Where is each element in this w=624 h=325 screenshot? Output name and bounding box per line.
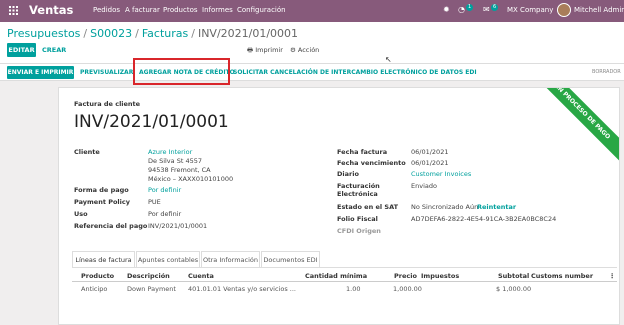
- status-bar: ENVIAR E IMPRIMIR PREVISUALIZAR AGREGAR …: [0, 64, 624, 81]
- menu-a-facturar[interactable]: A facturar: [125, 6, 160, 14]
- breadcrumb-facturas[interactable]: Facturas: [142, 27, 188, 40]
- header-divider: [72, 281, 617, 282]
- activity-count-badge: 1: [466, 4, 474, 11]
- cell-subtotal: $ 1,000.00: [496, 285, 532, 293]
- payment-policy-value: PUE: [148, 198, 161, 206]
- cfdi-origin-label: CFDI Origen: [337, 227, 381, 235]
- invoice-number: INV/2021/01/0001: [74, 112, 229, 132]
- action-dropdown[interactable]: ⚙ Acción: [290, 46, 319, 54]
- edit-button[interactable]: EDITAR: [7, 43, 36, 57]
- tab-edi-documents[interactable]: Documentos EDI: [261, 251, 320, 267]
- column-header[interactable]: Subtotal: [498, 272, 529, 280]
- menu-configuracion[interactable]: Configuración: [237, 6, 286, 14]
- column-header[interactable]: Cantidad mínima: [305, 272, 367, 280]
- payment-reference-value: INV/2021/01/0001: [148, 222, 208, 230]
- use-label: Uso: [74, 210, 88, 218]
- action-label: Acción: [297, 46, 320, 54]
- sat-retry-button[interactable]: Reintentar: [477, 203, 516, 211]
- top-navbar: Ventas Pedidos A facturar Productos Info…: [0, 0, 624, 22]
- customer-address-line: De Silva St 4557: [148, 157, 202, 165]
- due-date-value: 06/01/2021: [411, 159, 449, 167]
- column-options-icon[interactable]: ⋮: [609, 272, 616, 280]
- breadcrumb: Presupuestos / S00023/Facturas / INV/2021/01…: [7, 27, 298, 40]
- company-switcher[interactable]: MX Company: [507, 6, 553, 14]
- menu-productos[interactable]: Productos: [163, 6, 198, 14]
- payment-form-value[interactable]: Por definir: [148, 186, 181, 194]
- menu-informes[interactable]: Informes: [202, 6, 233, 14]
- journal-link[interactable]: Customer Invoices: [411, 170, 471, 178]
- user-avatar[interactable]: [557, 3, 571, 17]
- request-edi-cancel-button[interactable]: SOLICITAR CANCELACIÓN DE INTERCAMBIO ELE…: [233, 69, 477, 76]
- mouse-cursor-icon: ↖: [385, 55, 392, 64]
- journal-label: Diario: [337, 170, 359, 178]
- cell-account[interactable]: 401.01.01 Ventas y/o servicios ...: [188, 285, 296, 293]
- invoice-date-label: Fecha factura: [337, 148, 388, 156]
- bug-icon[interactable]: ✹: [443, 5, 450, 14]
- column-header[interactable]: Descripción: [127, 272, 170, 280]
- fiscal-folio-value: AD7DEFA6-2822-4E54-91CA-3B2EA0BC8C24: [411, 215, 557, 223]
- cell-quantity[interactable]: 1.00: [346, 285, 360, 293]
- highlight-box: [133, 58, 230, 85]
- cell-product[interactable]: Anticipo: [81, 285, 107, 293]
- preview-button[interactable]: PREVISUALIZAR: [80, 69, 133, 76]
- app-name[interactable]: Ventas: [29, 3, 73, 17]
- customer-link[interactable]: Azure Interior: [148, 148, 192, 156]
- column-header[interactable]: Producto: [81, 272, 114, 280]
- einvoice-value: Enviado: [411, 182, 437, 190]
- use-value: Por definir: [148, 210, 182, 218]
- apps-menu-icon[interactable]: [9, 6, 18, 15]
- invoice-date-value: 06/01/2021: [411, 148, 449, 156]
- sat-state-value: No Sincronizado Aún: [411, 203, 479, 211]
- payment-reference-label: Referencia del pago: [74, 222, 148, 230]
- tab-other-info[interactable]: Otra Información: [201, 251, 260, 267]
- fiscal-folio-label: Folio Fiscal: [337, 215, 378, 223]
- breadcrumb-separator: /: [135, 27, 139, 40]
- breadcrumb-presupuestos[interactable]: Presupuestos: [7, 27, 80, 40]
- breadcrumb-separator: /: [83, 27, 88, 40]
- customer-label: Cliente: [74, 148, 100, 156]
- create-button[interactable]: CREAR: [42, 46, 66, 54]
- payment-policy-label: Payment Policy: [74, 198, 130, 206]
- tab-divider: [72, 267, 617, 268]
- menu-pedidos[interactable]: Pedidos: [93, 6, 120, 14]
- cell-price[interactable]: 1,000.00: [393, 285, 422, 293]
- print-dropdown[interactable]: 🖶 Imprimir: [247, 46, 283, 57]
- column-header[interactable]: Impuestos: [421, 272, 459, 280]
- column-header[interactable]: Cuenta: [188, 272, 214, 280]
- document-type: Factura de cliente: [74, 100, 141, 108]
- print-icon: 🖶: [247, 46, 254, 54]
- print-label: Imprimir: [255, 46, 283, 54]
- activity-clock-icon[interactable]: ◔: [458, 5, 465, 14]
- customer-address-line: 94538 Fremont, CA: [148, 166, 211, 174]
- payment-form-label: Forma de pago: [74, 186, 129, 194]
- tab-invoice-lines[interactable]: Líneas de factura: [72, 251, 135, 267]
- tab-journal-items[interactable]: Apuntes contables: [136, 251, 200, 267]
- send-print-button[interactable]: ENVIAR E IMPRIMIR: [7, 66, 74, 79]
- messages-count-badge: 6: [491, 4, 499, 11]
- user-menu[interactable]: Mitchell Admin (56: [574, 6, 624, 14]
- breadcrumb-order[interactable]: S00023: [90, 27, 132, 40]
- gear-icon: ⚙: [290, 46, 296, 54]
- einvoice-label: Electrónica: [337, 190, 378, 198]
- customer-address-line: México – XAXX010101000: [148, 175, 234, 183]
- chat-icon[interactable]: ✉: [483, 5, 490, 14]
- column-header[interactable]: Precio: [394, 272, 417, 280]
- payment-status-ribbon: EN PROCESO DE PAGO: [530, 88, 619, 164]
- einvoice-label: Facturación: [337, 182, 380, 190]
- control-panel: Presupuestos / S00023/Facturas / INV/2021/01…: [0, 22, 624, 64]
- due-date-label: Fecha vencimiento: [337, 159, 406, 167]
- status-draft[interactable]: BORRADOR: [592, 69, 621, 75]
- cell-description[interactable]: Down Payment: [127, 285, 176, 293]
- column-header[interactable]: Customs number: [531, 272, 593, 280]
- sat-state-label: Estado en el SAT: [337, 203, 399, 211]
- breadcrumb-current: INV/2021/01/0001: [197, 27, 299, 40]
- breadcrumb-separator: /: [191, 27, 195, 40]
- invoice-form-sheet: EN PROCESO DE PAGO Factura de cliente IN…: [58, 87, 620, 325]
